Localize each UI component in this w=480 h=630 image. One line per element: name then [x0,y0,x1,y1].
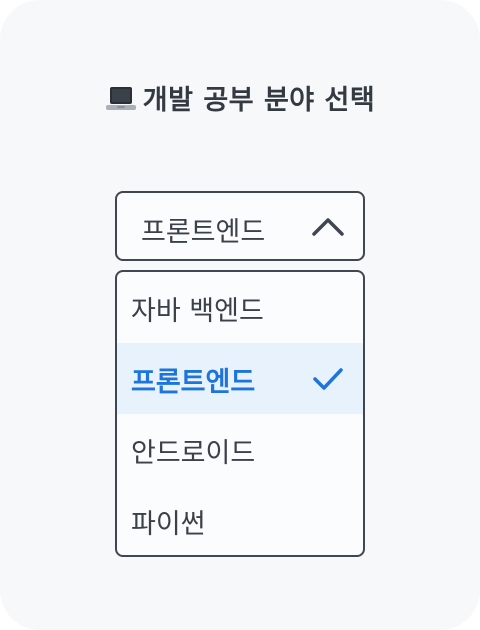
option-label: 파이썬 [131,509,206,540]
option-python[interactable]: 파이썬 [117,485,363,555]
dropdown-menu: 자바 백엔드 프론트엔드 안드로이드 파이썬 [115,270,365,557]
selection-card: 개발 공부 분야 선택 프론트엔드 자바 백엔드 프론트엔드 안드로이드 파이썬 [0,0,480,630]
chevron-up-icon [312,218,344,236]
option-java-backend[interactable]: 자바 백엔드 [117,272,363,343]
option-android[interactable]: 안드로이드 [117,414,363,485]
option-label: 프론트엔드 [131,367,256,398]
page-title: 개발 공부 분야 선택 [0,78,480,117]
select-current-value: 프론트엔드 [141,217,266,248]
option-label: 자바 백엔드 [131,296,264,327]
field-select[interactable]: 프론트엔드 [115,191,365,261]
laptop-icon [105,87,136,110]
option-label: 안드로이드 [131,438,256,469]
checkmark-icon [313,368,343,390]
page-title-text: 개발 공부 분야 선택 [142,85,376,116]
option-frontend[interactable]: 프론트엔드 [117,343,363,414]
